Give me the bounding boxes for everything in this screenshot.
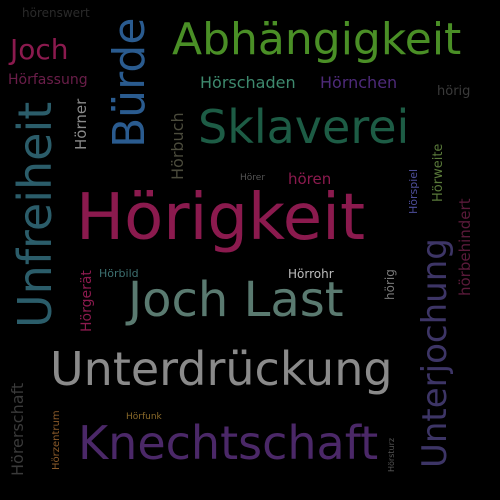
word-hoersturz: Hörsturz (387, 437, 396, 472)
word-joch: Joch (10, 33, 69, 66)
word-hoerig: hörig (437, 84, 471, 99)
word-hoerbuch: Hörbuch (168, 112, 187, 180)
word-joch-last: Joch Last (128, 272, 344, 328)
word-hoerweite: Hörweite (431, 143, 446, 202)
word-unfreiheit: Unfreiheit (8, 101, 62, 328)
word-unterdrueckung: Unterdrückung (50, 342, 393, 396)
word-hoerig2: hörig (383, 269, 397, 300)
word-hoernchen: Hörnchen (320, 73, 398, 92)
word-hoerbild: Hörbild (99, 267, 139, 280)
word-knechtschaft: Knechtschaft (78, 416, 379, 470)
word-hoerfassung: Hörfassung (8, 72, 88, 88)
word-hoerer: Hörer (240, 173, 266, 183)
word-hoeren: hören (288, 170, 332, 188)
word-hoerner: Hörner (72, 98, 90, 150)
word-unterjochung: Unterjochung (415, 238, 455, 468)
word-hoerspiel: Hörspiel (407, 168, 420, 214)
word-hoerigkeit: Hörigkeit (76, 181, 366, 255)
word-sklaverei: Sklaverei (198, 100, 410, 154)
word-hoererschaft: Hörerschaft (8, 382, 27, 476)
word-abhaengigkeit: Abhängigkeit (172, 14, 462, 65)
word-hoerfunk: Hörfunk (126, 412, 162, 422)
word-cloud: Hörigkeit Abhängigkeit Sklaverei Unterdr… (0, 0, 500, 500)
word-hoerrohr: Hörrohr (288, 267, 334, 281)
word-hoerschaden: Hörschaden (200, 73, 296, 92)
word-hoerenswert: hörenswert (22, 6, 90, 20)
word-hoerbehindert: hörbehindert (456, 198, 474, 296)
word-hoerzentrum: Hörzentrum (51, 410, 62, 470)
word-buerde: Bürde (104, 17, 155, 148)
word-hoergeraet: Hörgerät (79, 270, 95, 332)
